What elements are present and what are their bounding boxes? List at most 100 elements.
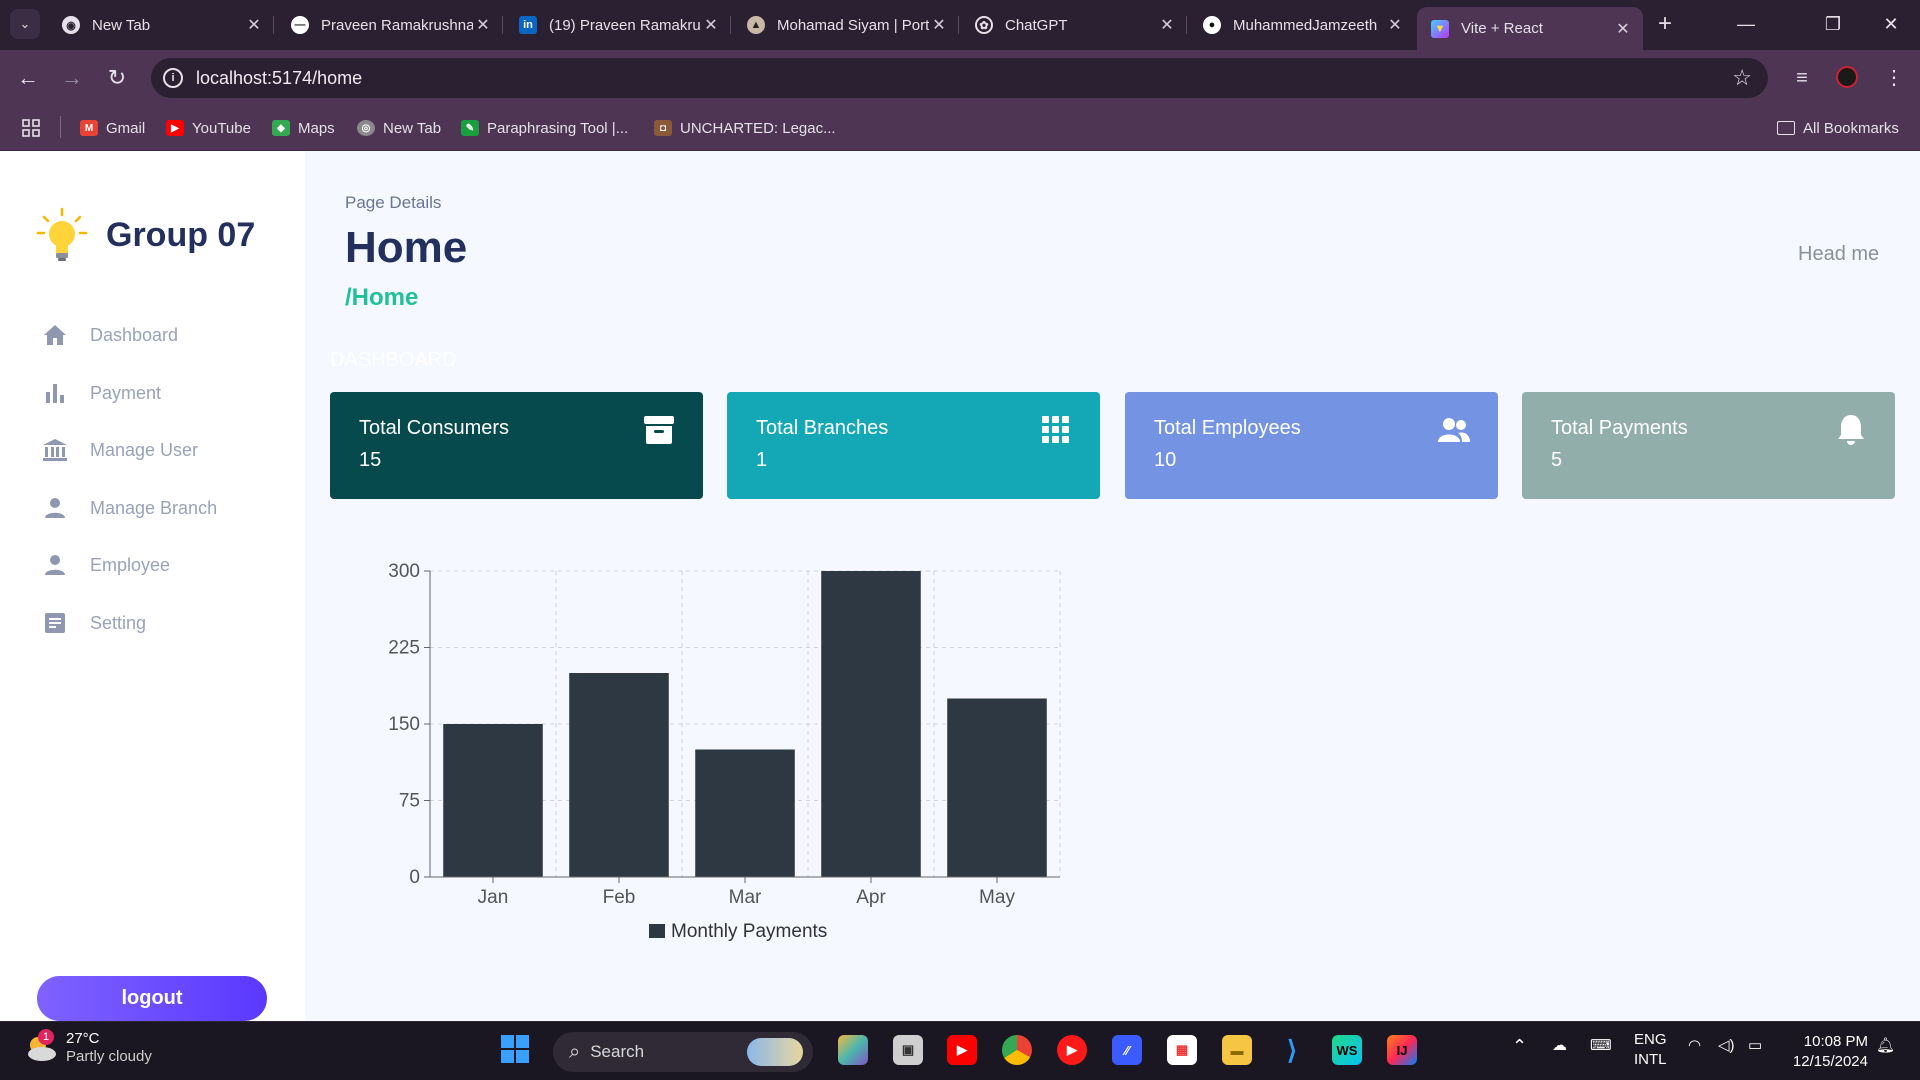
bookmark-new-tab[interactable]: ◎ New Tab	[357, 117, 441, 139]
address-bar[interactable]: i localhost:5174/home ☆	[151, 58, 1768, 98]
notification-bell-icon[interactable]: 🔔︎	[1876, 1036, 1895, 1054]
y-tick-label: 300	[388, 561, 420, 582]
sidebar: Group 07 Dashboard Payment Manage User M…	[0, 151, 305, 1021]
close-window-button[interactable]: ✕	[1871, 10, 1911, 38]
microsoft-store-icon[interactable]: ▦	[1167, 1035, 1197, 1065]
tab-title: Praveen Ramakrushnan	[321, 16, 473, 34]
bookmark-star-icon[interactable]: ☆	[1732, 65, 1752, 91]
sidebar-item-employee[interactable]: Employee	[42, 550, 170, 580]
wifi-icon[interactable]: ◠	[1688, 1036, 1701, 1054]
weather-widget[interactable]: 1 27°C Partly cloudy	[24, 1029, 152, 1066]
close-icon[interactable]: ✕	[473, 15, 493, 35]
tab-title: Mohamad Siyam | Portfolio	[777, 16, 929, 34]
card-value: 15	[359, 449, 382, 471]
youtube-icon: ▶	[166, 120, 184, 136]
keyboard-icon[interactable]: ⌨	[1590, 1036, 1612, 1054]
back-button[interactable]: ←	[14, 64, 42, 92]
tab-chatgpt[interactable]: ✿ ChatGPT ✕	[961, 7, 1187, 43]
tab-title: Vite + React	[1461, 20, 1543, 37]
sidebar-item-setting[interactable]: Setting	[42, 608, 146, 638]
close-icon[interactable]: ✕	[1385, 15, 1405, 35]
chrome-app-icon[interactable]	[1002, 1035, 1032, 1065]
sidebar-item-manage-user[interactable]: Manage User	[42, 435, 198, 465]
bookmark-maps[interactable]: ◆ Maps	[272, 117, 335, 139]
tab-title: MuhammedJamzeeth	[1233, 16, 1378, 34]
vscode-icon[interactable]: ⟩	[1277, 1035, 1307, 1065]
clock[interactable]: 10:08 PM 12/15/2024	[1786, 1032, 1868, 1072]
restore-button[interactable]: ❐	[1813, 10, 1853, 38]
bar-may	[947, 698, 1047, 877]
new-tab-button[interactable]: +	[1651, 10, 1679, 38]
bookmark-youtube[interactable]: ▶ YouTube	[166, 117, 251, 139]
x-tick-label: Mar	[729, 887, 762, 908]
game-icon: ◘	[654, 120, 672, 136]
profile-avatar[interactable]	[1836, 66, 1858, 88]
breadcrumb[interactable]: /Home	[345, 284, 418, 312]
home-icon	[42, 322, 68, 348]
search-highlight-image	[747, 1038, 803, 1066]
legend-label: Monthly Payments	[671, 921, 827, 941]
visual-studio-icon[interactable]: ∕∕	[1112, 1035, 1142, 1065]
youtube-music-icon[interactable]: ▶	[1057, 1035, 1087, 1065]
tab-portfolio[interactable]: ▲ Mohamad Siyam | Portfolio ✕	[733, 7, 959, 43]
tray-chevron-icon[interactable]: ⌃	[1512, 1036, 1527, 1057]
sidebar-item-dashboard[interactable]: Dashboard	[42, 320, 178, 350]
sidebar-item-label: Manage Branch	[90, 497, 218, 518]
tab-github[interactable]: ● MuhammedJamzeeth ✕	[1189, 7, 1415, 43]
gmail-icon: M	[80, 120, 98, 136]
copilot-icon[interactable]	[838, 1035, 868, 1065]
task-view-icon[interactable]: ▣	[893, 1035, 923, 1065]
webstorm-icon[interactable]: WS	[1332, 1035, 1362, 1065]
form-icon	[42, 610, 68, 636]
bookmark-label: Maps	[298, 119, 335, 137]
battery-icon[interactable]: ▭	[1748, 1036, 1762, 1054]
volume-icon[interactable]: ◁)	[1718, 1036, 1735, 1054]
bookmark-uncharted[interactable]: ◘ UNCHARTED: Legac...	[654, 117, 836, 139]
youtube-app-icon[interactable]: ▶	[947, 1035, 977, 1065]
bar-jan	[443, 724, 543, 877]
onedrive-icon[interactable]: ☁	[1552, 1036, 1567, 1054]
logout-button[interactable]: logout	[37, 976, 267, 1021]
bookmark-paraphrasing-tool[interactable]: ✎ Paraphrasing Tool |...	[461, 117, 628, 139]
x-tick-label: May	[979, 887, 1015, 908]
taskbar-search[interactable]: ⌕ Search	[553, 1032, 813, 1072]
menu-kebab-icon[interactable]: ⋮	[1880, 64, 1908, 92]
file-explorer-icon[interactable]: ▬	[1222, 1035, 1252, 1065]
search-icon: ⌕	[569, 1040, 581, 1063]
header-right-text: Head me	[1798, 243, 1880, 265]
y-tick-label: 225	[388, 638, 420, 659]
grid-icon	[1040, 414, 1072, 446]
sidebar-item-label: Payment	[90, 382, 162, 403]
card-value: 10	[1154, 449, 1177, 471]
url-text[interactable]: localhost:5174/home	[196, 68, 362, 89]
tab-praveen[interactable]: — Praveen Ramakrushnan ✕	[277, 7, 503, 43]
tab-vite-react[interactable]: ▼ Vite + React ✕	[1417, 7, 1643, 50]
reload-button[interactable]: ↻	[103, 64, 131, 92]
apps-grid-icon[interactable]	[22, 117, 40, 139]
language-indicator[interactable]: ENG INTL	[1634, 1030, 1667, 1070]
close-icon[interactable]: ✕	[244, 15, 264, 35]
minimize-button[interactable]: —	[1726, 10, 1766, 38]
tab-title: (19) Praveen Ramakrushnan	[549, 16, 701, 34]
close-icon[interactable]: ✕	[1157, 15, 1177, 35]
lightbulb-icon	[36, 207, 88, 263]
close-icon[interactable]: ✕	[701, 15, 721, 35]
forward-button[interactable]: →	[58, 64, 86, 92]
sidebar-item-payment[interactable]: Payment	[42, 378, 161, 408]
bookmark-gmail[interactable]: M Gmail	[80, 117, 145, 139]
card-total-branches: Total Branches 1	[727, 392, 1100, 499]
windows-start-icon[interactable]	[500, 1034, 530, 1064]
intellij-icon[interactable]: IJ	[1387, 1035, 1417, 1065]
tab-linkedin[interactable]: in (19) Praveen Ramakrushnan ✕	[505, 7, 731, 43]
tab-new-tab[interactable]: ◉ New Tab ✕	[48, 7, 274, 43]
site-info-icon[interactable]: i	[163, 68, 183, 88]
card-label: Total Employees	[1154, 417, 1301, 439]
close-icon[interactable]: ✕	[929, 15, 949, 35]
media-control-icon[interactable]: ≡	[1788, 64, 1816, 92]
weather-temp: 27°C	[66, 1030, 100, 1047]
close-icon[interactable]: ✕	[1613, 19, 1633, 39]
sidebar-item-manage-branch[interactable]: Manage Branch	[42, 493, 217, 523]
globe-icon: —	[291, 16, 309, 34]
tab-search-button[interactable]: ⌄	[10, 9, 40, 39]
all-bookmarks[interactable]: All Bookmarks	[1777, 117, 1899, 139]
